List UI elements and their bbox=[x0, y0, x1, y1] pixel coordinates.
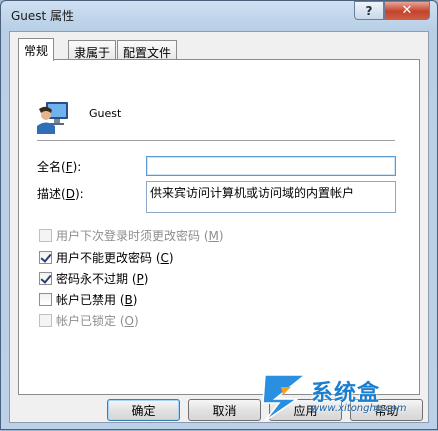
tab-general[interactable]: 常规 bbox=[18, 38, 55, 61]
site-watermark: 系统盒 www.xitonghe.com bbox=[259, 369, 437, 431]
cancel-button[interactable]: 取消 bbox=[188, 399, 261, 421]
ok-button[interactable]: 确定 bbox=[107, 399, 180, 421]
checkbox-checked-icon bbox=[39, 272, 52, 285]
tab-profile[interactable]: 配置文件 bbox=[117, 40, 178, 60]
option-text-end: ) bbox=[132, 292, 138, 307]
fullname-label-text: 全名( bbox=[37, 160, 66, 174]
option-must-change-password[interactable]: 用户下次登录时须更改密码 (M) bbox=[39, 227, 224, 244]
description-label-text: 描述( bbox=[37, 187, 66, 201]
watermark-url: www.xitonghe.com bbox=[311, 403, 407, 414]
option-account-disabled[interactable]: 帐户已禁用 (B) bbox=[39, 291, 137, 308]
close-button[interactable]: ✕ bbox=[384, 1, 430, 20]
option-text: 帐户已禁用 ( bbox=[56, 293, 125, 307]
option-text: 用户不能更改密码 ( bbox=[56, 251, 161, 265]
description-accesskey: D bbox=[65, 187, 75, 201]
option-accesskey: B bbox=[124, 292, 133, 307]
option-text-end: ) bbox=[218, 228, 224, 243]
help-title-button[interactable]: ? bbox=[354, 1, 384, 20]
checkbox-icon bbox=[39, 229, 52, 242]
fullname-input[interactable] bbox=[146, 156, 396, 176]
user-monitor-icon bbox=[37, 102, 68, 134]
user-name: Guest bbox=[89, 107, 122, 120]
option-accesskey: C bbox=[160, 250, 169, 265]
option-text-end: ) bbox=[143, 271, 149, 286]
option-accesskey: M bbox=[208, 228, 219, 243]
checkbox-icon bbox=[39, 293, 52, 306]
fullname-label-end: ): bbox=[72, 160, 82, 174]
option-text: 帐户已锁定 ( bbox=[56, 314, 125, 328]
option-accesskey: O bbox=[124, 313, 134, 328]
brand-logo-icon bbox=[262, 374, 307, 422]
general-panel: Guest 全名(F): 描述(D): 供来宾访问计算机或访问域的内置帐户 用户… bbox=[18, 59, 420, 395]
checkbox-icon bbox=[39, 314, 52, 327]
description-label: 描述(D): bbox=[37, 185, 84, 202]
option-text: 用户下次登录时须更改密码 ( bbox=[56, 229, 209, 243]
option-text-end: ) bbox=[168, 250, 174, 265]
title-bar[interactable]: Guest 属性 ? ✕ bbox=[1, 1, 437, 29]
description-label-end: ): bbox=[74, 187, 84, 201]
dialog-client: 常规 隶属于 配置文件 Guest 全名(F): 描述(D): 供来宾访问计算机… bbox=[9, 31, 429, 423]
option-text-end: ) bbox=[133, 313, 139, 328]
window-title: Guest 属性 bbox=[11, 9, 75, 23]
checkbox-checked-icon bbox=[39, 251, 52, 264]
option-accesskey: P bbox=[136, 271, 144, 286]
option-cannot-change-password[interactable]: 用户不能更改密码 (C) bbox=[39, 249, 174, 266]
option-account-locked[interactable]: 帐户已锁定 (O) bbox=[39, 312, 139, 329]
tab-member-of[interactable]: 隶属于 bbox=[68, 40, 117, 60]
separator bbox=[37, 140, 395, 141]
option-password-never-expires[interactable]: 密码永不过期 (P) bbox=[39, 270, 148, 287]
description-input[interactable]: 供来宾访问计算机或访问域的内置帐户 bbox=[146, 181, 396, 213]
properties-window: Guest 属性 ? ✕ 常规 隶属于 配置文件 Guest 全名(F): 描述 bbox=[0, 0, 438, 430]
option-text: 密码永不过期 ( bbox=[56, 272, 137, 286]
fullname-label: 全名(F): bbox=[37, 158, 81, 175]
fullname-accesskey: F bbox=[65, 160, 73, 174]
